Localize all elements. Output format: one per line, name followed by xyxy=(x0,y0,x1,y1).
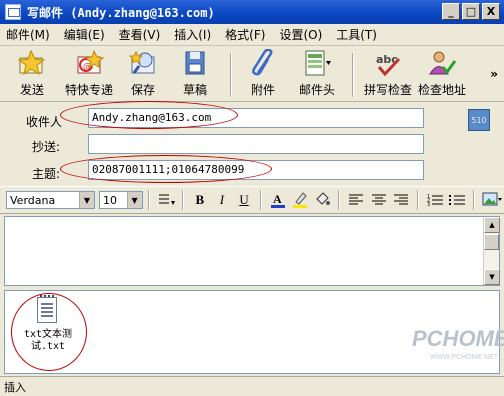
watermark-logo: PCHOME xyxy=(412,326,504,351)
cc-field[interactable] xyxy=(88,134,424,154)
format-separator-2 xyxy=(181,190,184,210)
spellcheck-icon: abc xyxy=(376,53,401,77)
chevron-down-icon: ▼ xyxy=(78,192,94,208)
format-separator-6 xyxy=(472,190,475,210)
font-color-button[interactable]: A xyxy=(269,190,287,210)
window-title: 写邮件 (Andy.zhang@163.com) xyxy=(27,5,215,20)
send-icon xyxy=(17,49,46,76)
align-center-icon xyxy=(371,194,386,205)
chevron-down-icon: ▼ xyxy=(126,192,142,208)
toolbar-separator-2 xyxy=(352,53,354,97)
bullet-list-icon xyxy=(448,195,465,205)
to-label: 收件人 xyxy=(26,115,63,129)
minimize-button[interactable]: _ xyxy=(442,3,460,20)
bullet-list-button[interactable] xyxy=(448,190,466,210)
svg-text:3: 3 xyxy=(427,202,430,207)
background-color-button[interactable] xyxy=(313,190,331,210)
align-right-icon xyxy=(393,194,408,205)
window-controls: _ □ X xyxy=(442,3,500,20)
format-separator-3 xyxy=(260,190,263,210)
menu-tools[interactable]: 工具(T) xyxy=(336,26,377,43)
scroll-up-button[interactable]: ▲ xyxy=(484,217,500,233)
express-label: 特快专递 xyxy=(64,83,113,97)
align-left-button[interactable] xyxy=(347,190,365,210)
insert-image-button[interactable] xyxy=(482,190,502,210)
toolbar-separator xyxy=(230,53,232,97)
font-select-value: Verdana xyxy=(10,193,56,207)
annotation-circle-to xyxy=(60,101,238,129)
format-toolbar: Verdana ▼ 10 ▼ B I U A 123 xyxy=(0,186,504,214)
insert-image-icon xyxy=(482,192,502,206)
address-book-icon[interactable]: 510 xyxy=(468,109,490,131)
menu-view[interactable]: 查看(V) xyxy=(119,26,161,43)
font-size-select[interactable]: 10 ▼ xyxy=(98,191,143,209)
menu-bar: 邮件(M) 编辑(E) 查看(V) 插入(I) 格式(F) 设置(O) 工具(T… xyxy=(0,24,504,46)
mail-header-icon xyxy=(305,50,331,76)
scroll-down-button[interactable]: ▼ xyxy=(484,269,500,285)
align-left-icon xyxy=(349,194,364,205)
check-address-button[interactable]: 检查地址 xyxy=(416,49,468,101)
draft-icon xyxy=(185,51,205,75)
editor-scrollbar[interactable]: ▲ ▼ xyxy=(483,217,500,285)
mail-header-button[interactable]: 邮件头 xyxy=(288,49,346,101)
line-spacing-icon xyxy=(158,194,175,205)
font-size-value: 10 xyxy=(102,193,117,207)
format-separator-4 xyxy=(338,190,341,210)
draft-button[interactable]: 草稿 xyxy=(166,49,224,101)
message-body-editor[interactable]: ▲ ▼ xyxy=(4,216,500,286)
send-button[interactable]: 发送 xyxy=(6,49,58,101)
italic-button[interactable]: I xyxy=(213,190,231,210)
save-icon xyxy=(128,50,155,74)
express-button[interactable]: @ 特快专递 xyxy=(58,49,120,101)
mail-header-label: 邮件头 xyxy=(298,83,335,97)
numbered-list-button[interactable]: 123 xyxy=(426,190,444,210)
save-button[interactable]: 保存 xyxy=(120,49,166,101)
annotation-circle-attachment xyxy=(11,293,87,371)
mail-icon xyxy=(5,4,21,20)
align-right-button[interactable] xyxy=(392,190,410,210)
align-center-button[interactable] xyxy=(370,190,388,210)
format-separator xyxy=(147,190,150,210)
menu-insert[interactable]: 插入(I) xyxy=(174,26,211,43)
font-select[interactable]: Verdana ▼ xyxy=(6,191,95,209)
maximize-button[interactable]: □ xyxy=(462,3,480,20)
send-label: 发送 xyxy=(19,83,44,97)
paint-bucket-icon xyxy=(316,192,331,205)
font-color-icon: A xyxy=(271,192,286,208)
line-spacing-button[interactable] xyxy=(157,190,175,210)
highlighter-icon xyxy=(293,192,308,208)
watermark-url: WWW.PCHOME.NET xyxy=(430,354,499,361)
title-bar: 写邮件 (Andy.zhang@163.com) _ □ X xyxy=(0,0,504,24)
underline-button[interactable]: U xyxy=(235,190,253,210)
menu-edit[interactable]: 编辑(E) xyxy=(64,26,105,43)
bold-button[interactable]: B xyxy=(191,190,209,210)
save-label: 保存 xyxy=(130,83,155,97)
attach-label: 附件 xyxy=(250,83,275,97)
close-button[interactable]: X xyxy=(482,3,500,20)
main-toolbar: 发送 @ 特快专递 保存 草稿 附件 邮件头 abc 拼写检查 检查地址 » xyxy=(0,47,504,102)
menu-settings[interactable]: 设置(O) xyxy=(279,26,322,43)
subject-label: 主题: xyxy=(32,167,61,181)
svg-text:A: A xyxy=(273,192,282,206)
menu-format[interactable]: 格式(F) xyxy=(225,26,265,43)
spellcheck-label: 拼写检查 xyxy=(363,83,412,97)
format-separator-5 xyxy=(416,190,419,210)
spellcheck-button[interactable]: abc 拼写检查 xyxy=(360,49,416,101)
paperclip-icon xyxy=(252,49,273,76)
numbered-list-icon: 123 xyxy=(427,194,443,207)
scroll-thumb[interactable] xyxy=(484,234,499,250)
highlight-button[interactable] xyxy=(291,190,309,210)
annotation-circle-subject xyxy=(60,155,272,183)
cc-label: 抄送: xyxy=(32,140,61,154)
status-bar: 插入 xyxy=(0,376,504,396)
express-icon: @ xyxy=(77,49,104,74)
check-address-label: 检查地址 xyxy=(417,83,466,97)
check-address-icon xyxy=(429,51,457,75)
menu-mail[interactable]: 邮件(M) xyxy=(6,26,50,43)
mail-header-fields: 收件人 Andy.zhang@163.com 510 抄送: 主题: 02087… xyxy=(0,101,504,185)
status-text: 插入 xyxy=(4,380,26,394)
toolbar-overflow-button[interactable]: » xyxy=(490,67,498,81)
attach-button[interactable]: 附件 xyxy=(238,49,288,101)
draft-label: 草稿 xyxy=(182,83,207,97)
